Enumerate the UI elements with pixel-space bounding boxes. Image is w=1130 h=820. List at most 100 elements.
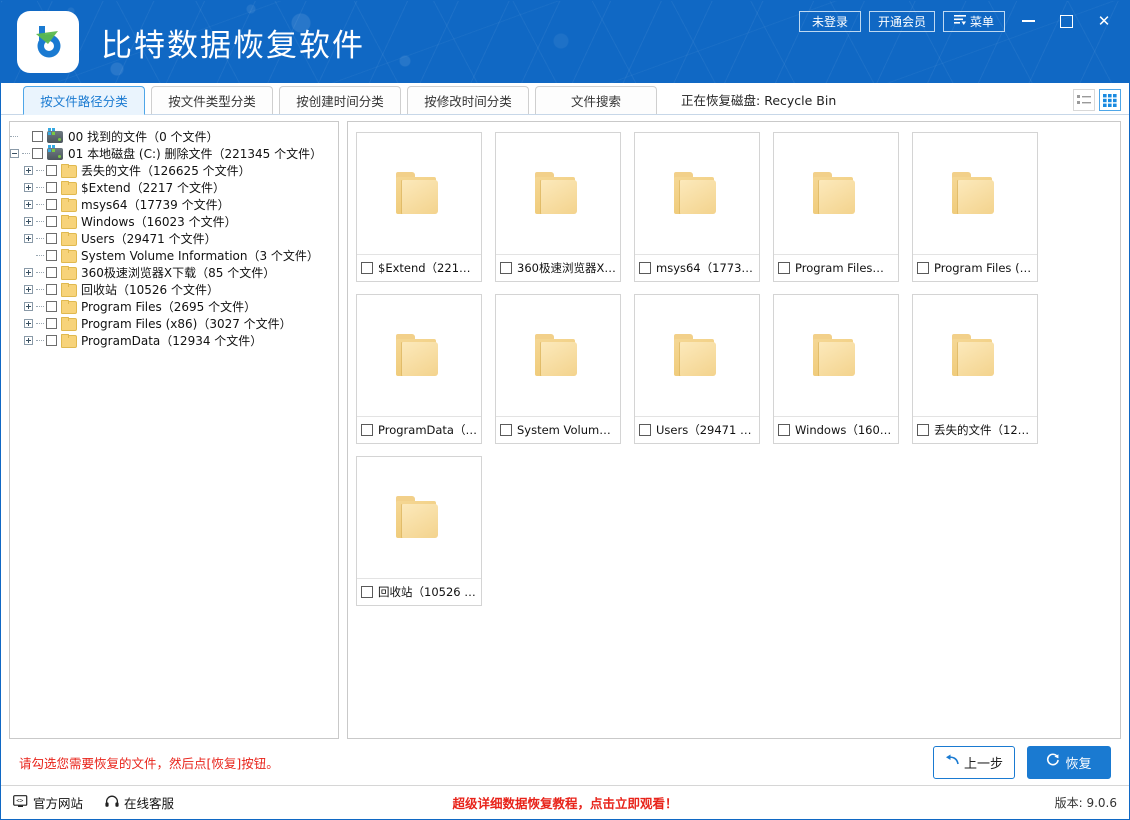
- tree-expander[interactable]: [24, 200, 33, 209]
- login-button[interactable]: 未登录: [799, 11, 861, 32]
- list-view-icon[interactable]: [1073, 89, 1095, 111]
- tile-checkbox[interactable]: [639, 424, 651, 436]
- tree-item-label: 00 找到的文件: [68, 128, 147, 145]
- tree-item-found-files[interactable]: 00 找到的文件 （0 个文件）: [10, 128, 338, 145]
- file-tile[interactable]: System Volume In…: [495, 294, 621, 444]
- tile-checkbox[interactable]: [778, 262, 790, 274]
- tree-item-program-files-x86[interactable]: Program Files (x86) （3027 个文件）: [10, 315, 338, 332]
- file-tile[interactable]: Program Files (x8…: [912, 132, 1038, 282]
- tree-item-system-volume-information[interactable]: System Volume Information （3 个文件）: [10, 247, 338, 264]
- tree-checkbox[interactable]: [46, 335, 57, 346]
- tree-expander[interactable]: [24, 217, 33, 226]
- maximize-icon[interactable]: [1051, 8, 1081, 34]
- tree-connector: [36, 221, 44, 222]
- tree-expander[interactable]: [24, 268, 33, 277]
- tree-item-label: 360极速浏览器X下载: [81, 264, 196, 281]
- file-tile[interactable]: Windows（16023 …: [773, 294, 899, 444]
- tree-expander[interactable]: [24, 285, 33, 294]
- tree-item-programdata[interactable]: ProgramData （12934 个文件）: [10, 332, 338, 349]
- tree-checkbox[interactable]: [46, 250, 57, 261]
- tree-expander[interactable]: [24, 319, 33, 328]
- tree-checkbox[interactable]: [46, 216, 57, 227]
- file-tile[interactable]: msys64（17739 …: [634, 132, 760, 282]
- folder-icon: [61, 215, 76, 228]
- tree-checkbox[interactable]: [46, 199, 57, 210]
- tile-checkbox[interactable]: [778, 424, 790, 436]
- tree-connector: [36, 187, 44, 188]
- folder-icon: [672, 334, 722, 378]
- tree-expander[interactable]: [24, 302, 33, 311]
- tab-by-file-type[interactable]: 按文件类型分类: [151, 86, 273, 114]
- tree-checkbox[interactable]: [46, 318, 57, 329]
- file-tile[interactable]: Program Files（26…: [773, 132, 899, 282]
- tree-item-local-disk-c[interactable]: 01 本地磁盘 (C:) 删除文件 （221345 个文件）: [10, 145, 338, 162]
- tree-expander[interactable]: [24, 251, 33, 260]
- tree-item-count: （16023 个文件）: [135, 213, 237, 230]
- tile-checkbox[interactable]: [917, 424, 929, 436]
- vip-button[interactable]: 开通会员: [869, 11, 935, 32]
- tutorial-promo-link[interactable]: 超级详细数据恢复教程，点击立即观看！: [1, 793, 1129, 812]
- menu-button[interactable]: 菜单: [943, 11, 1005, 32]
- file-tile[interactable]: Users（29471 个…: [634, 294, 760, 444]
- tree-expander[interactable]: [24, 336, 33, 345]
- tree-checkbox[interactable]: [46, 284, 57, 295]
- tree-item-windows[interactable]: Windows （16023 个文件）: [10, 213, 338, 230]
- tab-by-modify-time[interactable]: 按修改时间分类: [407, 86, 529, 114]
- tree-item-label: Program Files (x86): [81, 317, 197, 331]
- tree-item-lost-files[interactable]: 丢失的文件 （126625 个文件）: [10, 162, 338, 179]
- tree-expander[interactable]: [24, 166, 33, 175]
- tree-item-recycle-bin[interactable]: 回收站 （10526 个文件）: [10, 281, 338, 298]
- tree-checkbox[interactable]: [46, 267, 57, 278]
- folder-icon: [533, 334, 583, 378]
- folder-icon: [950, 334, 1000, 378]
- recover-button[interactable]: 恢复: [1027, 746, 1111, 779]
- tree-item-extend[interactable]: $Extend （2217 个文件）: [10, 179, 338, 196]
- folder-tree-panel[interactable]: 00 找到的文件 （0 个文件） 01 本地磁盘 (C:) 删除文件 （2213…: [9, 121, 339, 739]
- tree-expander[interactable]: [24, 183, 33, 192]
- tile-label: Windows（16023 …: [795, 422, 894, 438]
- tile-caption: Program Files (x8…: [913, 255, 1037, 281]
- tab-file-search[interactable]: 文件搜索: [535, 86, 657, 114]
- tree-item-program-files[interactable]: Program Files （2695 个文件）: [10, 298, 338, 315]
- tile-label: Users（29471 个…: [656, 422, 755, 438]
- tree-checkbox[interactable]: [46, 301, 57, 312]
- file-tile[interactable]: ProgramData（12…: [356, 294, 482, 444]
- tree-connector: [36, 289, 44, 290]
- tab-label: 按修改时间分类: [424, 91, 512, 110]
- tree-checkbox[interactable]: [46, 182, 57, 193]
- tile-checkbox[interactable]: [500, 424, 512, 436]
- tile-checkbox[interactable]: [500, 262, 512, 274]
- file-grid-panel[interactable]: $Extend（2217 … 360极速浏览器X…: [347, 121, 1121, 739]
- tree-checkbox[interactable]: [32, 131, 43, 142]
- tab-by-file-path[interactable]: 按文件路径分类: [23, 86, 145, 115]
- tile-checkbox[interactable]: [917, 262, 929, 274]
- tile-thumbnail: [635, 133, 759, 255]
- file-tile[interactable]: 回收站（10526 …: [356, 456, 482, 606]
- tree-item-label: $Extend: [81, 181, 131, 195]
- folder-icon: [61, 283, 76, 296]
- tree-checkbox[interactable]: [32, 148, 43, 159]
- tile-caption: 360极速浏览器X…: [496, 255, 620, 281]
- tree-item-360-browser-download[interactable]: 360极速浏览器X下载 （85 个文件）: [10, 264, 338, 281]
- tree-item-msys64[interactable]: msys64 （17739 个文件）: [10, 196, 338, 213]
- tree-expander[interactable]: [20, 132, 29, 141]
- previous-step-button[interactable]: 上一步: [933, 746, 1015, 779]
- tree-item-users[interactable]: Users （29471 个文件）: [10, 230, 338, 247]
- file-tile[interactable]: 丢失的文件（12…: [912, 294, 1038, 444]
- tab-by-create-time[interactable]: 按创建时间分类: [279, 86, 401, 114]
- tree-connector: [36, 306, 44, 307]
- tile-checkbox[interactable]: [361, 586, 373, 598]
- minimize-icon[interactable]: [1013, 8, 1043, 34]
- tile-checkbox[interactable]: [639, 262, 651, 274]
- tree-expander[interactable]: [10, 149, 19, 158]
- tree-checkbox[interactable]: [46, 233, 57, 244]
- file-tile[interactable]: $Extend（2217 …: [356, 132, 482, 282]
- tile-checkbox[interactable]: [361, 262, 373, 274]
- tile-checkbox[interactable]: [361, 424, 373, 436]
- tree-checkbox[interactable]: [46, 165, 57, 176]
- tile-thumbnail: [635, 295, 759, 417]
- grid-view-icon[interactable]: [1099, 89, 1121, 111]
- close-icon[interactable]: ✕: [1089, 8, 1119, 34]
- file-tile[interactable]: 360极速浏览器X…: [495, 132, 621, 282]
- tree-expander[interactable]: [24, 234, 33, 243]
